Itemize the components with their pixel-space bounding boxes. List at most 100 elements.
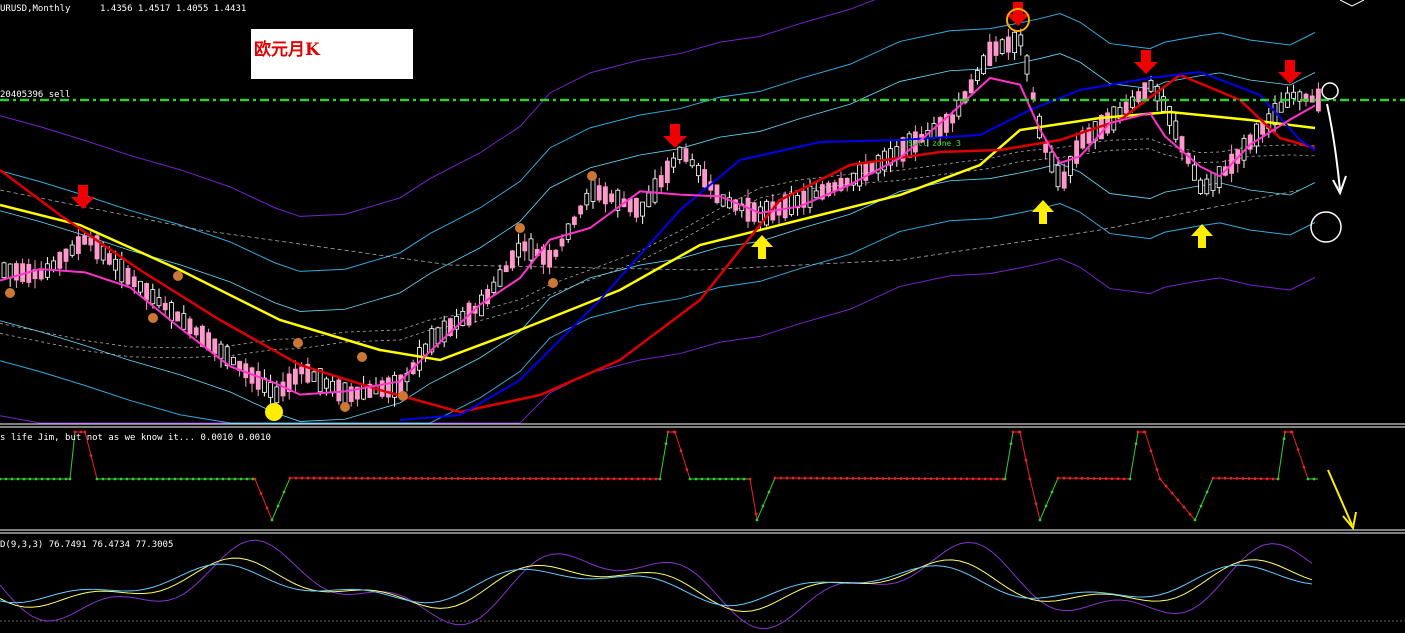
- candle: [572, 216, 577, 225]
- indicator-1-point: [1098, 477, 1102, 480]
- indicator-1-point: [785, 476, 789, 480]
- indicator-1-point: [941, 477, 945, 481]
- candle: [13, 263, 19, 281]
- indicator-1-point: [977, 477, 981, 481]
- indicator-1-point: [736, 477, 740, 481]
- indicator-1-point: [270, 518, 274, 522]
- indicator-1-point: [1170, 491, 1174, 495]
- candle: [379, 380, 385, 397]
- marker-dot-icon: [340, 402, 350, 412]
- indicator-1-point: [372, 476, 376, 480]
- candle: [175, 311, 181, 322]
- indicator-1-point: [588, 477, 592, 481]
- candle: [1198, 179, 1203, 194]
- order-line-label: 20405396 sell: [0, 90, 70, 100]
- candle: [1030, 92, 1036, 100]
- indicator-1-point: [1034, 502, 1038, 505]
- indicator-1-point: [28, 477, 32, 481]
- candle: [342, 382, 348, 406]
- indicator-1-point: [137, 477, 141, 481]
- indicator-1-point: [893, 477, 897, 480]
- indicator-1-point: [1265, 477, 1269, 481]
- candle: [76, 236, 81, 254]
- marker-dot-icon: [173, 271, 183, 281]
- marker-dot-icon: [5, 288, 15, 298]
- indicator-1-point: [899, 477, 903, 480]
- indicator-1-point: [600, 477, 604, 481]
- indicator-1-point: [1296, 448, 1300, 452]
- indicator-1-point: [827, 476, 831, 480]
- indicator-1-point: [1306, 477, 1310, 481]
- indicator-1-point: [594, 477, 598, 481]
- indicator-1-point: [534, 477, 538, 481]
- indicator-1-point: [58, 477, 62, 481]
- indicator-1-point: [1050, 490, 1054, 494]
- indicator-1-point: [576, 477, 580, 481]
- indicator-1-point: [546, 477, 550, 481]
- indicator-1-point: [119, 477, 123, 481]
- indicator-1-point: [173, 477, 177, 481]
- indicator-1-point: [312, 476, 316, 480]
- indicator-1-point: [1302, 465, 1306, 469]
- indicator-1-point: [1155, 468, 1159, 471]
- indicator-1-point: [40, 477, 44, 481]
- candle: [1316, 88, 1321, 112]
- indicator-1-point: [179, 477, 183, 481]
- indicator-1-point: [384, 476, 388, 480]
- candle: [63, 248, 69, 262]
- candle: [1024, 55, 1030, 75]
- indicator-1-point: [851, 476, 855, 480]
- indicator-1-point: [1128, 477, 1132, 481]
- candle: [1210, 172, 1216, 191]
- indicator-1-point: [642, 477, 646, 481]
- indicator-1-point: [1122, 477, 1126, 481]
- indicator-1-point: [378, 476, 382, 480]
- indicator-1-point: [456, 477, 460, 480]
- indicator-1-point: [1217, 476, 1221, 480]
- candle: [150, 289, 156, 305]
- indicator-1-point: [4, 477, 8, 481]
- indicator-1-point: [754, 512, 758, 516]
- indicator-1-point: [658, 477, 662, 481]
- candle: [206, 332, 212, 351]
- marker-dot-icon: [398, 391, 408, 401]
- indicator-1-point: [881, 477, 885, 480]
- indicator-1-point: [197, 477, 201, 481]
- indicator-1-point: [791, 476, 795, 480]
- indicator-1-point: [396, 476, 400, 480]
- indicator-1-point: [125, 477, 129, 481]
- candle: [1061, 171, 1067, 189]
- indicator-1-point: [1143, 430, 1147, 434]
- candle: [1012, 31, 1017, 54]
- indicator-1-point: [1223, 476, 1227, 480]
- indicator-1-point: [52, 477, 56, 481]
- indicator-1-point: [408, 476, 412, 480]
- indicator-1-point: [462, 477, 466, 480]
- candle: [156, 297, 162, 307]
- indicator-1-point: [1199, 504, 1203, 508]
- indicator-1-point: [366, 476, 370, 480]
- indicator-1-point: [1068, 476, 1072, 480]
- candle: [280, 381, 286, 397]
- candle: [603, 186, 608, 205]
- candle: [1049, 151, 1055, 173]
- indicator-1-point: [821, 476, 825, 480]
- indicator-1-point: [306, 476, 310, 480]
- candle: [702, 169, 707, 188]
- indicator-1-point: [558, 477, 562, 481]
- indicator-1-point: [1158, 477, 1162, 481]
- indicator-1-point: [522, 477, 526, 481]
- indicator-1-point: [1104, 477, 1108, 481]
- indicator-1-point: [679, 449, 683, 453]
- indicator-1-point: [673, 430, 677, 434]
- candle: [1142, 82, 1148, 101]
- indicator-1-point: [965, 477, 969, 481]
- sell-zone-annotation: Sell zone 3: [908, 139, 961, 148]
- indicator-1-point: [432, 476, 436, 480]
- indicator-1-point: [815, 476, 819, 480]
- indicator-1-point: [131, 477, 135, 481]
- indicator-1-point: [16, 477, 20, 481]
- indicator-1-point: [845, 476, 849, 480]
- indicator-1-point: [486, 477, 490, 480]
- candle: [416, 347, 422, 371]
